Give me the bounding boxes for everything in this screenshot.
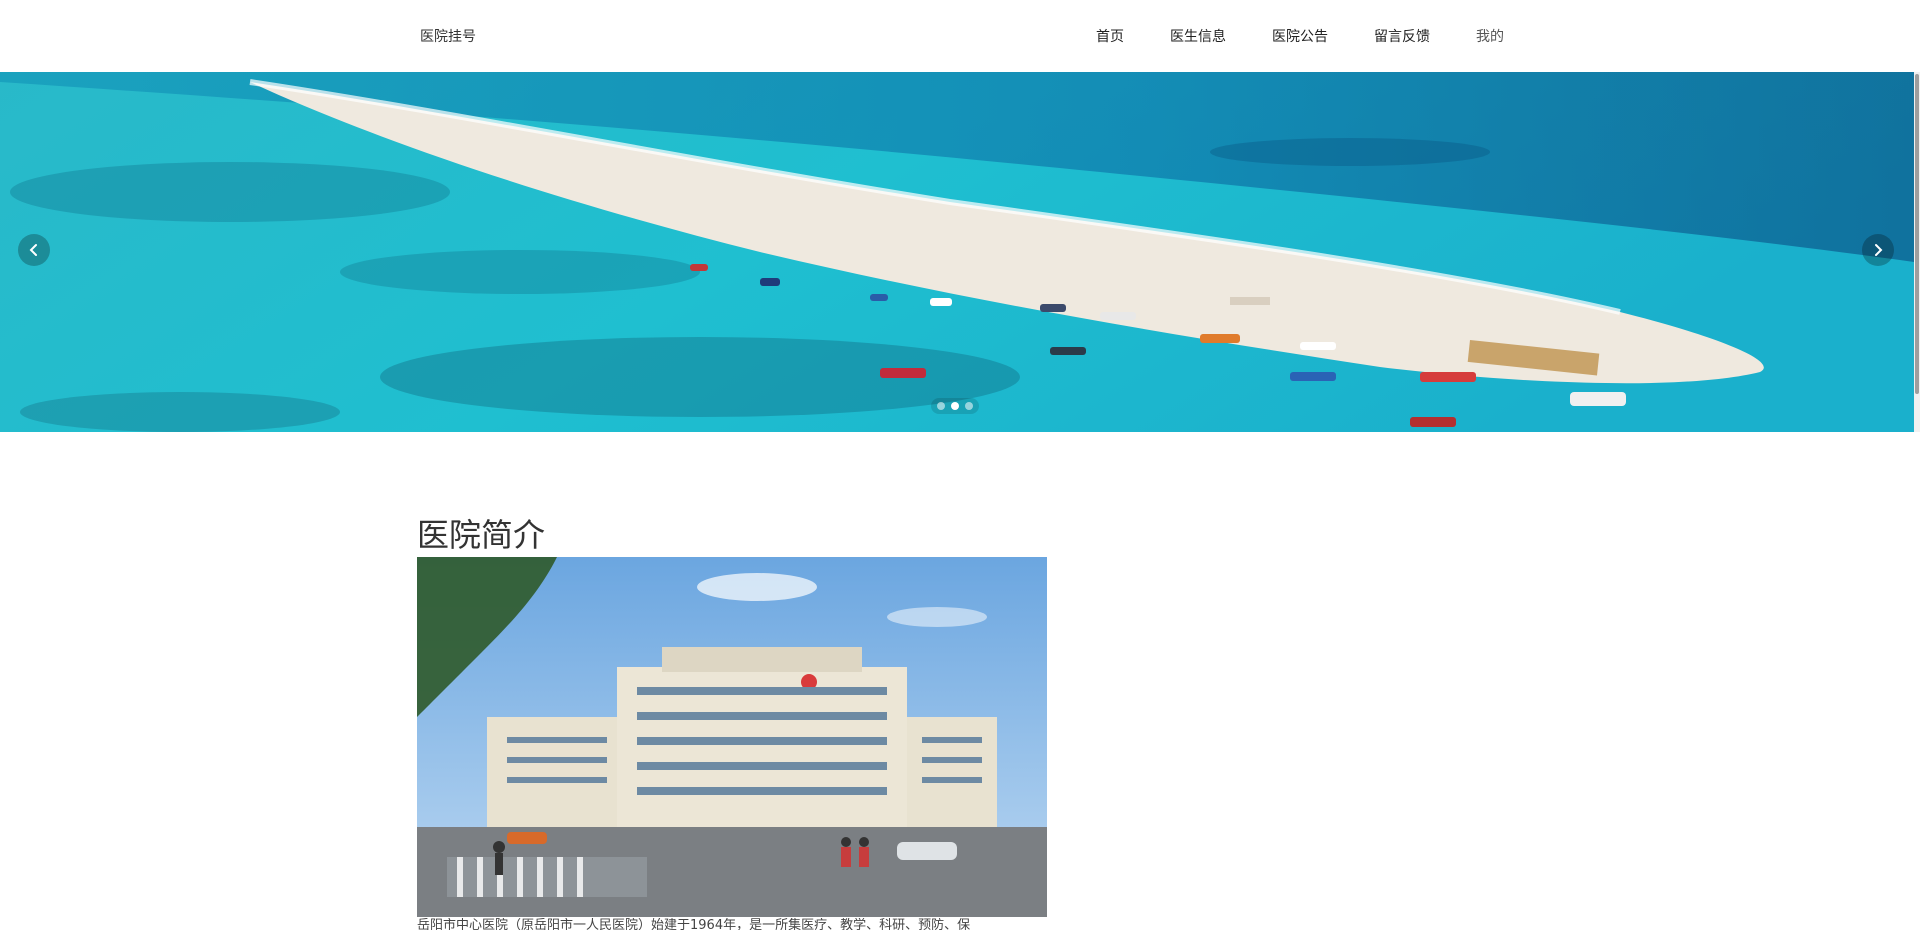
carousel-indicators (931, 398, 979, 414)
carousel-next-button[interactable] (1862, 234, 1894, 266)
scrollbar-thumb[interactable] (1915, 74, 1919, 394)
carousel-dot-3[interactable] (965, 402, 973, 410)
beach-banner-image (0, 72, 1914, 432)
nav-feedback[interactable]: 留言反馈 (1374, 26, 1430, 46)
carousel-dot-1[interactable] (937, 402, 945, 410)
nav-doctor-info[interactable]: 医生信息 (1170, 26, 1226, 46)
section-title: 医院简介 (417, 516, 546, 554)
chevron-right-icon (1875, 244, 1883, 256)
carousel-dot-2-active[interactable] (951, 402, 959, 410)
site-brand[interactable]: 医院挂号 (420, 26, 476, 46)
banner-carousel[interactable] (0, 72, 1914, 432)
intro-paragraph: 岳阳市中心医院（原岳阳市一人民医院）始建于1964年，是一所集医疗、教学、科研、… (417, 918, 971, 930)
carousel-prev-button[interactable] (18, 234, 50, 266)
nav-my-account[interactable]: 我的 (1476, 26, 1504, 46)
main-nav: 首页 医生信息 医院公告 留言反馈 我的 (1096, 26, 1550, 46)
chevron-left-icon (29, 244, 37, 256)
nav-hospital-notice[interactable]: 医院公告 (1272, 26, 1328, 46)
top-navbar: 医院挂号 首页 医生信息 医院公告 留言反馈 我的 (0, 0, 1920, 72)
nav-home[interactable]: 首页 (1096, 26, 1124, 46)
hospital-building-image (417, 557, 1047, 917)
